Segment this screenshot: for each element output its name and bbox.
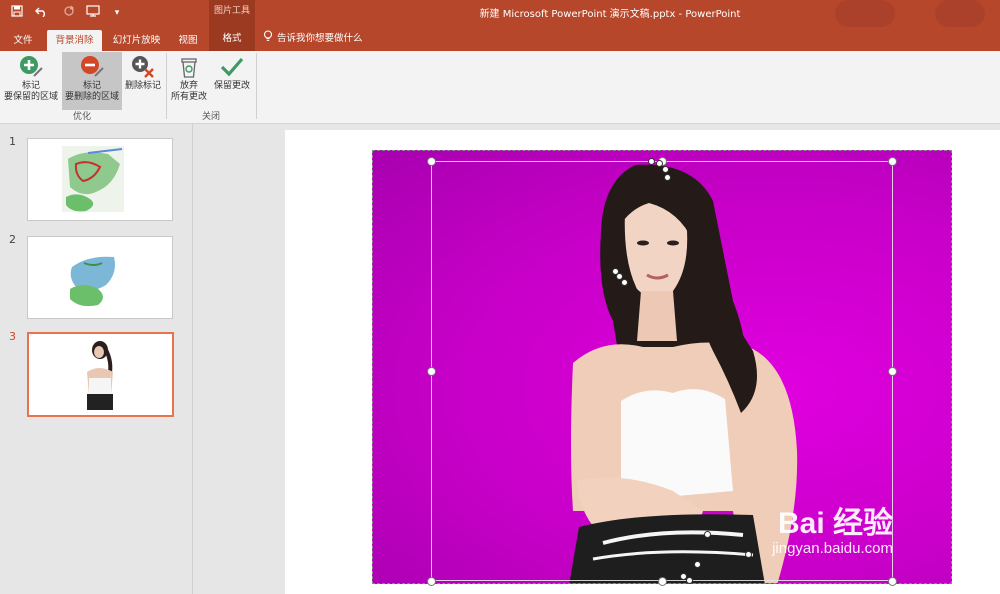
removal-mark[interactable] (686, 577, 693, 584)
keep-changes-button[interactable]: 保留更改 (211, 52, 253, 110)
resize-handle[interactable] (427, 157, 436, 166)
recycle-bin-icon (176, 54, 202, 80)
tell-me-box[interactable]: 告诉我你想要做什么 (263, 29, 363, 49)
delete-mark-button[interactable]: 删除标记 (123, 52, 163, 110)
discard-changes-button[interactable]: 放弃 所有更改 (168, 52, 210, 110)
mark-keep-button[interactable]: 标记 要保留的区域 (2, 52, 60, 110)
resize-handle[interactable] (658, 577, 667, 586)
refine-group-label: 优化 (72, 112, 91, 122)
discard-line1: 放弃 (179, 81, 198, 91)
mark-keep-line2: 要保留的区域 (3, 92, 58, 102)
close-group-label: 关闭 (201, 112, 220, 122)
tell-me-placeholder: 告诉我你想要做什么 (277, 33, 363, 44)
delete-mark-label: 删除标记 (124, 81, 161, 91)
portrait-photo-thumbnail (87, 341, 113, 410)
tab-format[interactable]: 格式 (209, 27, 255, 51)
tab-background-removal[interactable]: 背景消除 (47, 30, 102, 51)
removal-mark[interactable] (704, 531, 711, 538)
removal-mark[interactable] (648, 158, 655, 165)
mark-remove-line1: 标记 (82, 81, 101, 91)
resize-handle[interactable] (888, 577, 897, 586)
resize-handle[interactable] (888, 367, 897, 376)
ribbon-tabs: 文件 背景消除 幻灯片放映 视图 格式 (0, 27, 1000, 51)
delete-mark-icon (130, 54, 156, 80)
ribbon: 标记 要保留的区域 标记 要删除的区域 删除标记 优化 放弃 所有更改 保留更改… (0, 51, 1000, 124)
group-separator (166, 53, 167, 119)
keep-changes-label: 保留更改 (213, 81, 250, 91)
removal-mark[interactable] (664, 174, 671, 181)
slide-thumbnail-3[interactable] (27, 332, 174, 417)
slide-thumbnail-1[interactable] (27, 138, 173, 221)
mark-keep-line1: 标记 (21, 81, 40, 91)
slide-thumbnail-2[interactable] (27, 236, 173, 319)
group-separator (256, 53, 257, 119)
lightbulb-icon (263, 29, 273, 49)
mark-remove-line2: 要删除的区域 (64, 92, 119, 102)
slide-thumbnail-pane: 1 2 3 (0, 124, 192, 594)
removal-mark[interactable] (745, 551, 752, 558)
tab-view[interactable]: 视图 (172, 30, 204, 51)
tab-slideshow[interactable]: 幻灯片放映 (108, 30, 165, 51)
discard-line2: 所有更改 (170, 92, 207, 102)
plus-pencil-icon (18, 54, 44, 80)
map-illustration-thumbnail (62, 146, 124, 212)
resize-handle[interactable] (427, 577, 436, 586)
removal-mark[interactable] (656, 160, 663, 167)
removal-mark[interactable] (662, 166, 669, 173)
pane-divider[interactable] (192, 124, 193, 594)
mark-remove-button[interactable]: 标记 要删除的区域 (62, 52, 122, 110)
keep-region-box[interactable] (431, 161, 893, 581)
map-illustration-thumbnail (70, 256, 115, 307)
window-title: 新建 Microsoft PowerPoint 演示文稿.pptx - Powe… (0, 5, 1000, 20)
window-title-text: 新建 Microsoft PowerPoint 演示文稿.pptx - Powe… (479, 9, 741, 20)
checkmark-icon (219, 54, 245, 80)
removal-mark[interactable] (621, 279, 628, 286)
resize-handle[interactable] (427, 367, 436, 376)
tab-file[interactable]: 文件 (6, 30, 40, 51)
slide-number: 3 (9, 330, 16, 343)
minus-pencil-icon (79, 54, 105, 80)
slide-number: 1 (9, 135, 16, 148)
slide-number: 2 (9, 233, 16, 246)
resize-handle[interactable] (888, 157, 897, 166)
title-bar: ▾ 图片工具 新建 Microsoft PowerPoint 演示文稿.pptx… (0, 0, 1000, 27)
removal-mark[interactable] (694, 561, 701, 568)
